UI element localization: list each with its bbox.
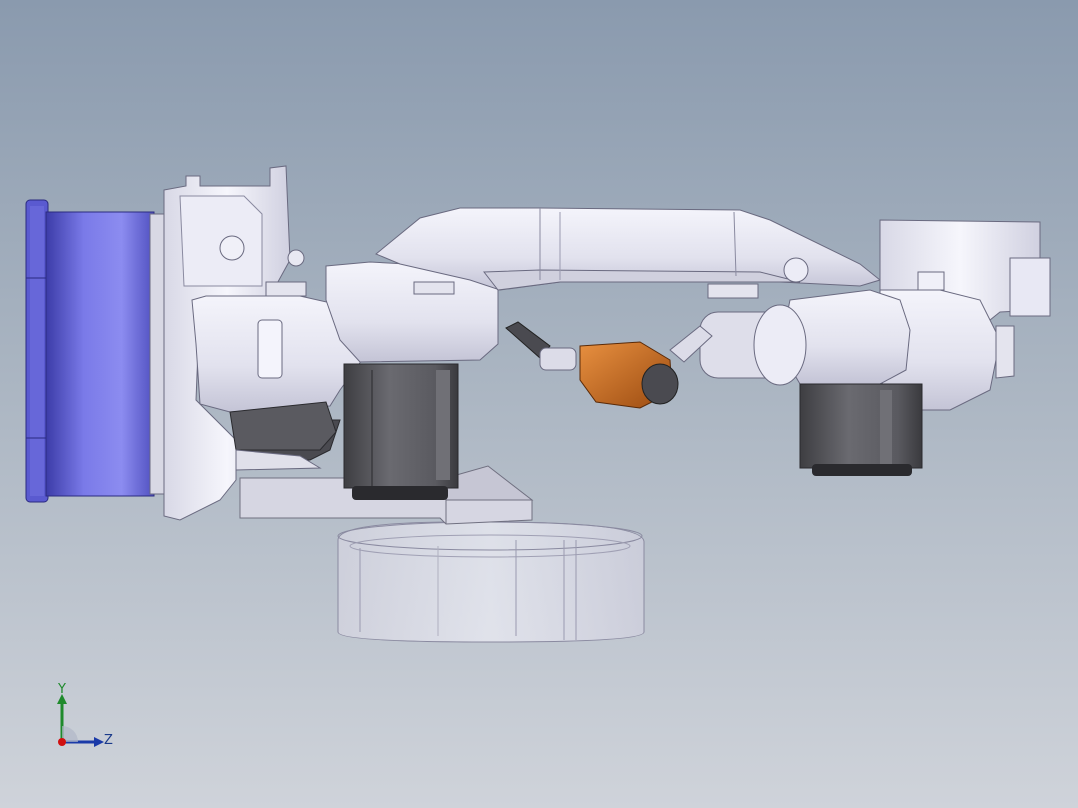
- triad-x-axis: [58, 738, 66, 746]
- axis-motor-right[interactable]: [799, 383, 923, 476]
- axis-motor-left[interactable]: [343, 363, 459, 500]
- orientation-triad: Y Z: [57, 682, 113, 748]
- triad-y-label: Y: [57, 682, 66, 697]
- base-cylinder[interactable]: [337, 521, 645, 643]
- robot-model[interactable]: [0, 0, 1078, 808]
- base-flange[interactable]: [25, 199, 165, 503]
- triad-z-label: Z: [104, 733, 113, 748]
- welding-torch[interactable]: [505, 321, 713, 409]
- cad-viewport[interactable]: Y Z: [0, 0, 1078, 808]
- forearm[interactable]: [699, 289, 911, 386]
